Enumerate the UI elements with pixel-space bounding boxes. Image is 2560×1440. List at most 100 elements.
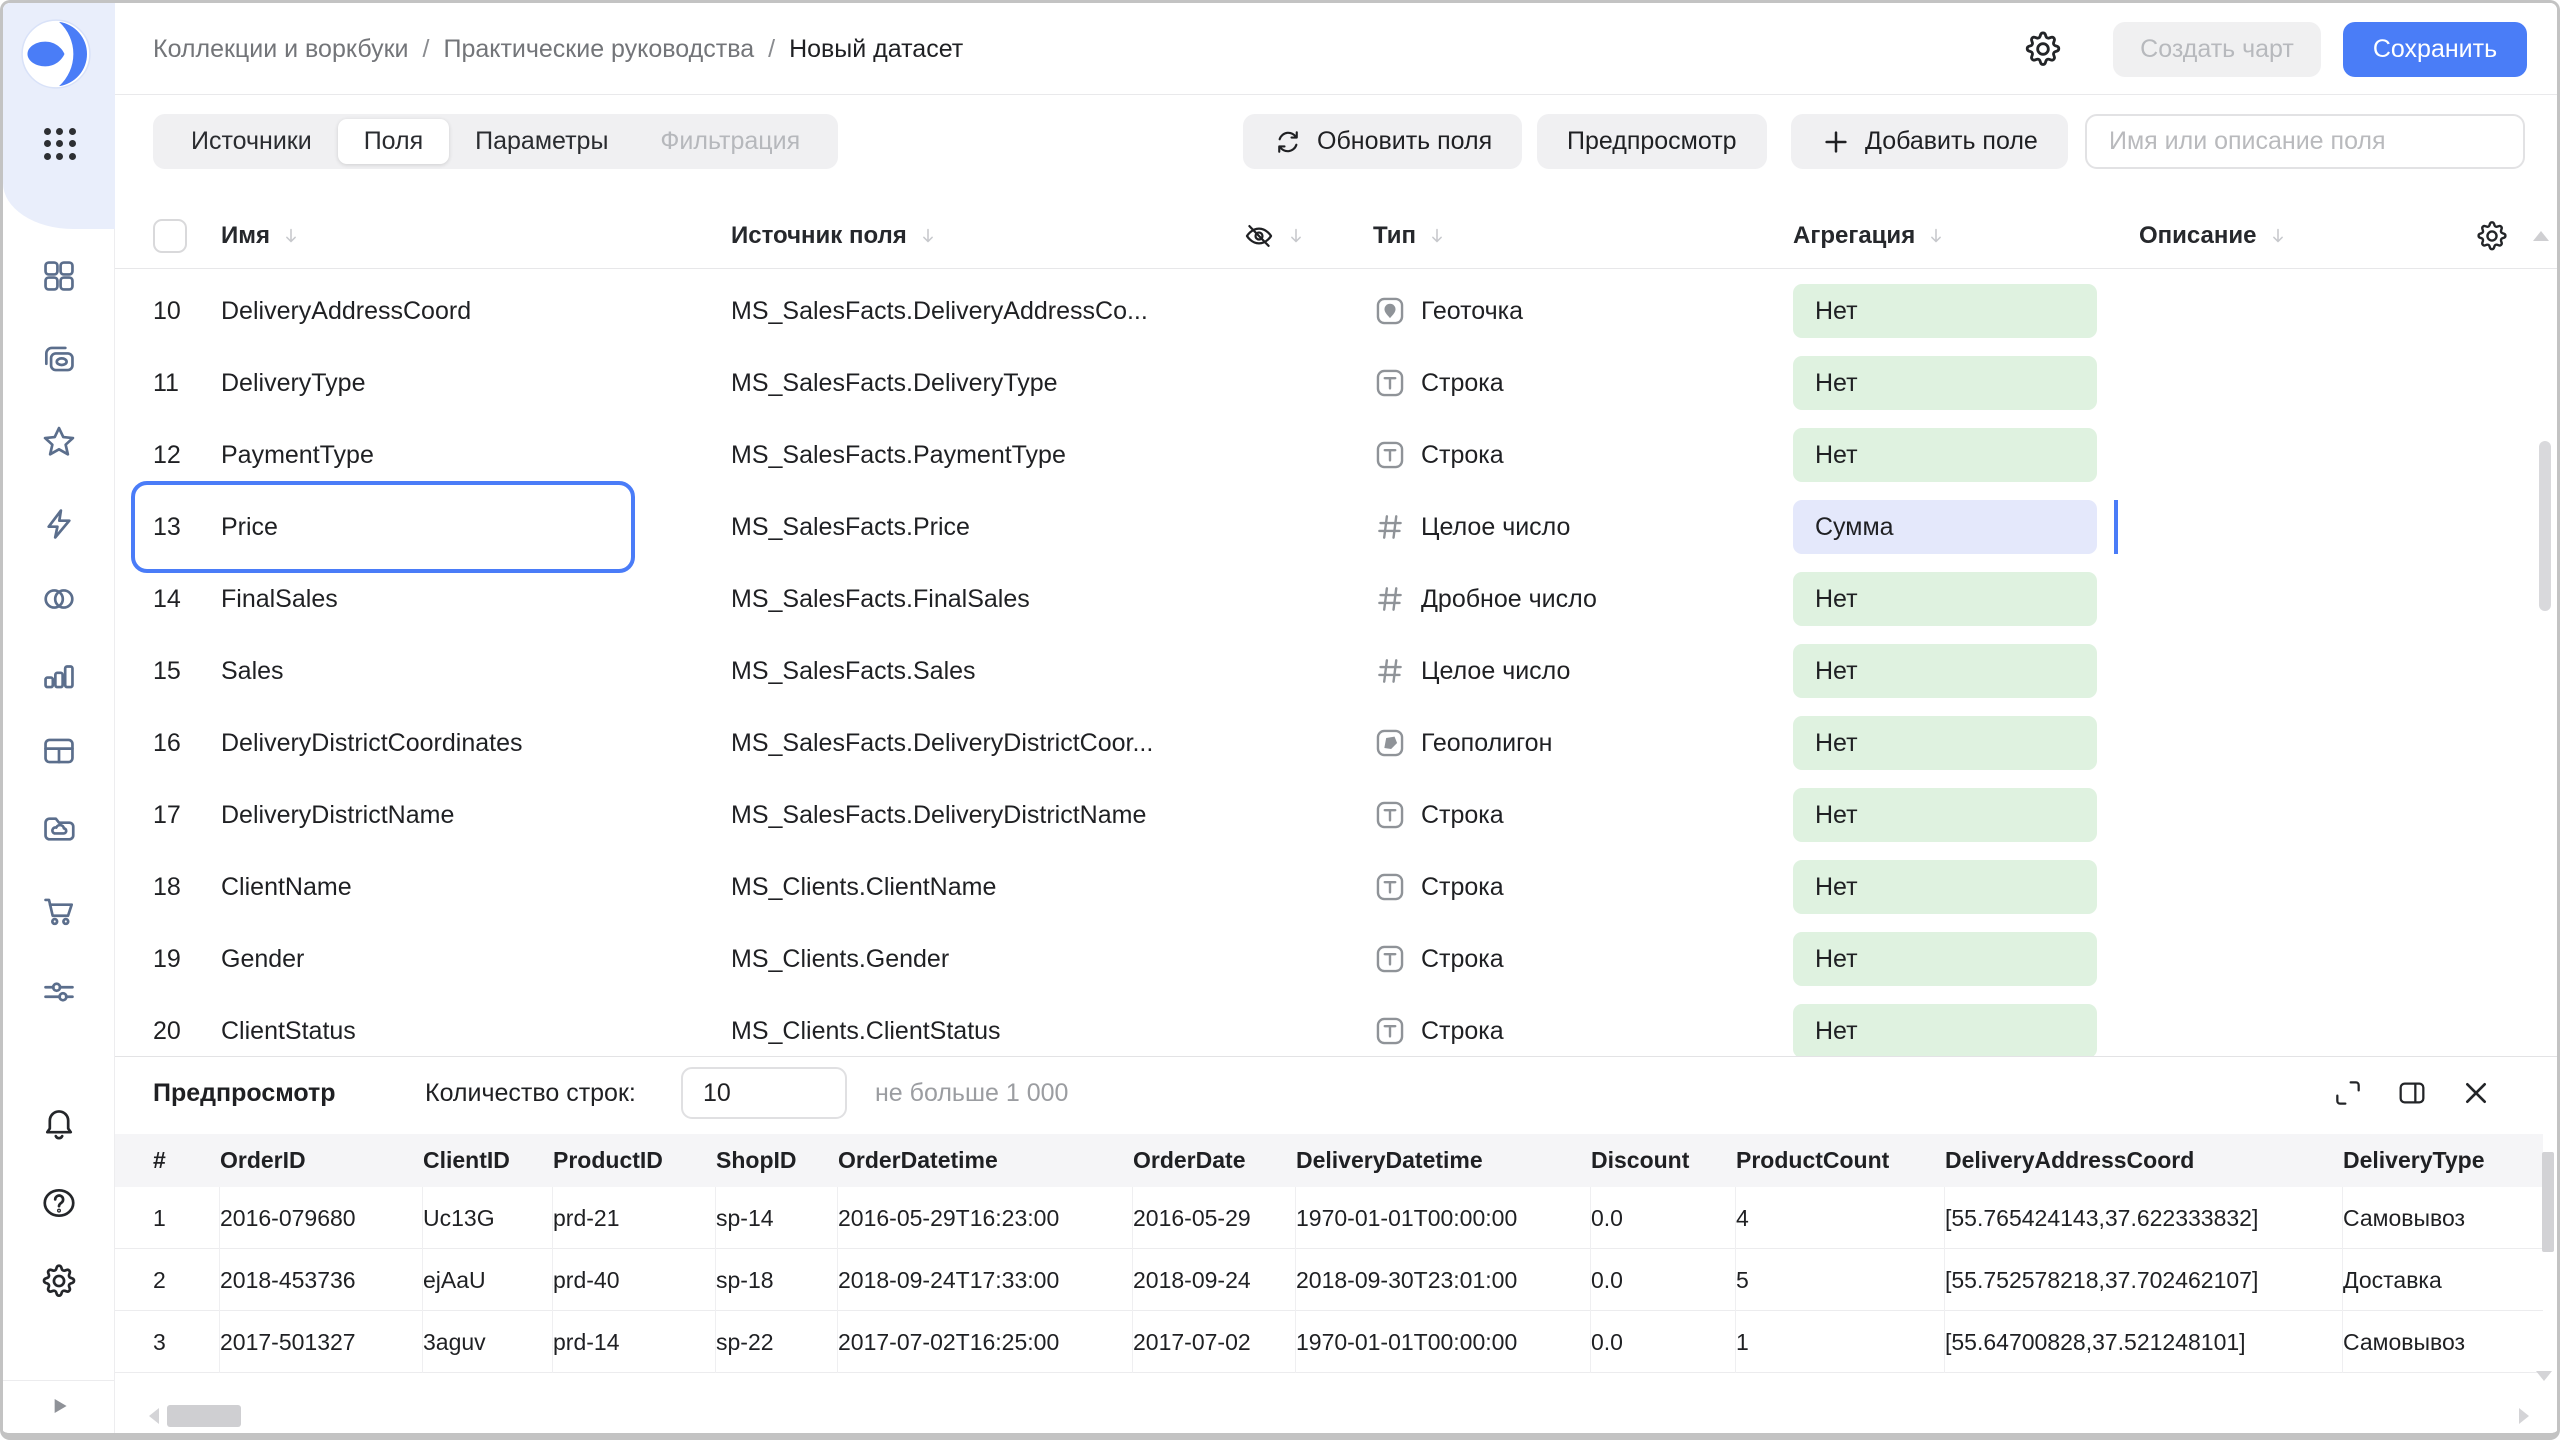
sidebar-bell-icon[interactable] (3, 1101, 115, 1145)
field-name[interactable]: DeliveryDistrictName (221, 801, 731, 830)
field-row-DeliveryAddressCoord[interactable]: 10 DeliveryAddressCoord MS_SalesFacts.Deli… (115, 275, 2557, 347)
field-type[interactable]: Геоточка (1373, 294, 1793, 328)
create-chart-button[interactable]: Создать чарт (2113, 22, 2321, 77)
field-type[interactable]: Строка (1373, 438, 1793, 472)
breadcrumb-collections[interactable]: Коллекции и воркбуки (153, 35, 409, 64)
preview-close-icon[interactable] (2460, 1077, 2492, 1109)
sidebar-item-cart-icon[interactable] (3, 889, 115, 933)
tab-fields[interactable]: Поля (337, 119, 450, 164)
aggregation-select[interactable]: Нет (1793, 356, 2097, 410)
preview-button[interactable]: Предпросмотр (1537, 114, 1767, 169)
field-type[interactable]: Целое число (1373, 654, 1793, 688)
field-type[interactable]: Дробное число (1373, 582, 1793, 616)
rows-count-input[interactable] (681, 1067, 847, 1119)
field-row-FinalSales[interactable]: 14 FinalSales MS_SalesFacts.FinalSales Дроб… (115, 563, 2557, 635)
sidebar-item-collections-icon[interactable] (3, 337, 115, 381)
field-name[interactable]: FinalSales (221, 585, 731, 614)
sidebar-expand-button[interactable] (3, 1387, 115, 1425)
aggregation-select[interactable]: Нет (1793, 428, 2097, 482)
field-row-Price[interactable]: 13 Price MS_SalesFacts.Price Целое число Сум… (115, 481, 2557, 573)
add-field-button[interactable]: Добавить поле (1791, 114, 2068, 169)
refresh-fields-button[interactable]: Обновить поля (1243, 114, 1523, 169)
field-search-input[interactable] (2085, 114, 2525, 169)
preview-horizontal-scrollbar[interactable] (167, 1405, 241, 1427)
sort-arrow-icon[interactable] (1426, 225, 1448, 247)
sidebar-item-cloud-folder-icon[interactable] (3, 807, 115, 851)
column-header-type[interactable]: Тип (1373, 222, 1793, 250)
field-row-PaymentType[interactable]: 12 PaymentType MS_SalesFacts.PaymentType Ст… (115, 419, 2557, 491)
field-type[interactable]: Строка (1373, 366, 1793, 400)
field-type[interactable]: Строка (1373, 870, 1793, 904)
table-settings-gear-icon[interactable] (2475, 219, 2509, 253)
field-type[interactable]: Строка (1373, 798, 1793, 832)
aggregation-select[interactable]: Нет (1793, 644, 2097, 698)
sidebar-help-icon[interactable] (3, 1181, 115, 1225)
sort-arrow-icon[interactable] (917, 225, 939, 247)
field-name[interactable]: DeliveryAddressCoord (221, 297, 731, 326)
column-header-aggregation[interactable]: Агрегация (1793, 222, 2139, 250)
sidebar-item-linked-circles-icon[interactable] (3, 577, 115, 621)
dataset-settings-gear-icon[interactable] (2023, 29, 2063, 69)
eye-off-icon[interactable] (1243, 220, 1275, 252)
field-row-DeliveryDistrictName[interactable]: 17 DeliveryDistrictName MS_SalesFacts.Deli… (115, 779, 2557, 851)
sidebar-gear-icon[interactable] (3, 1259, 115, 1303)
sort-arrow-icon[interactable] (1925, 225, 1947, 247)
field-type[interactable]: Целое число (1373, 510, 1793, 544)
field-name[interactable]: PaymentType (221, 441, 731, 470)
preview-vertical-scrollbar[interactable] (2542, 1152, 2554, 1252)
datalens-logo-icon[interactable] (19, 17, 93, 91)
fields-scroll-up-arrow[interactable] (2533, 231, 2549, 241)
field-row-ClientName[interactable]: 18 ClientName MS_Clients.ClientName Строка Н… (115, 851, 2557, 923)
field-row-DeliveryDistrictCoordinates[interactable]: 16 DeliveryDistrictCoordinates MS_SalesFac… (115, 707, 2557, 779)
preview-expand-icon[interactable] (2332, 1077, 2364, 1109)
breadcrumb-guides[interactable]: Практические руководства (443, 35, 754, 64)
aggregation-select[interactable]: Нет (1793, 788, 2097, 842)
preview-dock-right-icon[interactable] (2396, 1077, 2428, 1109)
sort-arrow-icon[interactable] (280, 225, 302, 247)
field-name[interactable]: Gender (221, 945, 731, 974)
field-name[interactable]: ClientStatus (221, 1017, 731, 1046)
field-name[interactable]: DeliveryDistrictCoordinates (221, 729, 731, 758)
tab-parameters[interactable]: Параметры (449, 119, 634, 164)
fields-vertical-scrollbar[interactable] (2539, 441, 2551, 611)
field-row-number: 18 (153, 872, 181, 901)
scroll-left-arrow[interactable] (149, 1408, 159, 1424)
aggregation-select[interactable]: Нет (1793, 932, 2097, 986)
sidebar-item-favorites-star-icon[interactable] (3, 420, 115, 464)
aggregation-select[interactable]: Нет (1793, 1004, 2097, 1056)
sidebar-item-lightning-icon[interactable] (3, 502, 115, 546)
field-type[interactable]: Строка (1373, 942, 1793, 976)
field-name[interactable]: Price (221, 513, 731, 542)
sort-arrow-icon[interactable] (1285, 225, 1307, 247)
field-type[interactable]: Геополигон (1373, 726, 1793, 760)
sidebar-item-bar-chart-icon[interactable] (3, 654, 115, 698)
sidebar-item-table-icon[interactable] (3, 729, 115, 773)
sidebar-item-grid-tiles-icon[interactable] (3, 254, 115, 298)
preview-scroll-down-arrow[interactable] (2536, 1371, 2552, 1381)
field-row-Sales[interactable]: 15 Sales MS_SalesFacts.Sales Целое число Нет (115, 635, 2557, 707)
select-all-checkbox[interactable] (153, 218, 187, 253)
app-switcher-icon[interactable] (41, 125, 79, 163)
sidebar-item-filters-sliders-icon[interactable] (3, 970, 115, 1014)
field-type-label: Дробное число (1421, 584, 1597, 613)
field-type[interactable]: Строка (1373, 1014, 1793, 1048)
field-row-ClientStatus[interactable]: 20 ClientStatus MS_Clients.ClientStatus Стр… (115, 995, 2557, 1056)
aggregation-select[interactable]: Нет (1793, 284, 2097, 338)
sort-arrow-icon[interactable] (2267, 225, 2289, 247)
tab-sources[interactable]: Источники (165, 119, 338, 164)
save-button[interactable]: Сохранить (2343, 22, 2527, 77)
field-name[interactable]: DeliveryType (221, 369, 731, 398)
column-header-source[interactable]: Источник поля (731, 222, 1243, 250)
aggregation-select[interactable]: Нет (1793, 860, 2097, 914)
field-name[interactable]: ClientName (221, 873, 731, 902)
column-header-description[interactable]: Описание (2139, 222, 2469, 250)
field-name[interactable]: Sales (221, 657, 731, 686)
column-header-name[interactable]: Имя (221, 222, 731, 250)
aggregation-select[interactable]: Нет (1793, 572, 2097, 626)
scroll-right-arrow[interactable] (2519, 1408, 2529, 1424)
field-row-Gender[interactable]: 19 Gender MS_Clients.Gender Строка Нет (115, 923, 2557, 995)
column-header-visibility[interactable] (1243, 220, 1373, 252)
aggregation-select[interactable]: Сумма (1793, 500, 2097, 554)
aggregation-select[interactable]: Нет (1793, 716, 2097, 770)
field-row-DeliveryType[interactable]: 11 DeliveryType MS_SalesFacts.DeliveryType… (115, 347, 2557, 419)
